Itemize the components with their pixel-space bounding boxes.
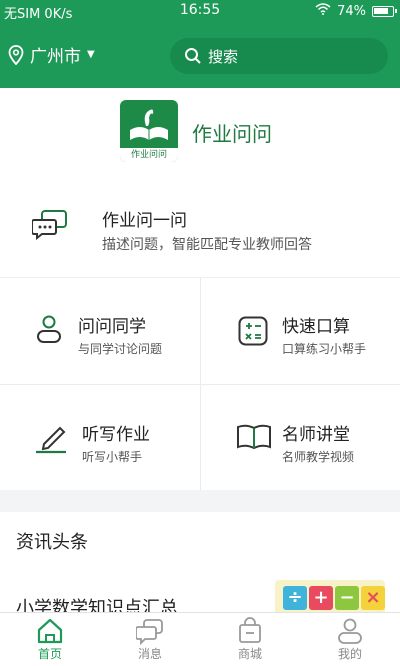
tab-shop[interactable]: 商城 (200, 613, 300, 666)
feature-master-lectures[interactable]: 名师讲堂 名师教学视频 (200, 384, 400, 490)
pen-icon (34, 420, 68, 458)
feature-quick-math[interactable]: 快速口算 口算练习小帮手 (200, 278, 400, 384)
search-icon (185, 48, 201, 64)
city-selector[interactable]: 广州市 ▼ (8, 42, 95, 67)
feature-title: 名师讲堂 (282, 425, 350, 445)
news-item-title[interactable]: 小学数学知识点汇总 (16, 594, 178, 612)
news-header: 资讯头条 (16, 532, 88, 553)
search-placeholder: 搜索 (208, 47, 239, 66)
message-icon (136, 619, 163, 645)
tab-label: 商城 (237, 647, 262, 661)
profile-icon (338, 618, 362, 644)
city-label: 广州市 (30, 47, 81, 67)
status-bar: 无SIM 0K/s 16:55 74% (0, 0, 400, 22)
app-brand: 作业问问 作业问问 (0, 88, 400, 170)
news-thumbnail[interactable]: ÷ + − × (275, 580, 385, 612)
shop-icon (239, 617, 261, 643)
feature-dictation[interactable]: 听写作业 听写小帮手 (0, 384, 200, 490)
search-box[interactable]: 搜索 (170, 38, 388, 74)
ask-question-card[interactable]: 作业问一问 描述问题，智能匹配专业教师回答 (0, 170, 400, 278)
tab-label: 首页 (37, 647, 62, 661)
times-tile-icon: × (361, 586, 385, 610)
book-icon (236, 424, 272, 454)
book-logo-icon (130, 109, 168, 140)
tab-label: 我的 (337, 647, 362, 661)
logo-caption: 作业问问 (120, 148, 178, 162)
tab-profile[interactable]: 我的 (300, 613, 400, 666)
feature-subtitle: 与同学讨论问题 (78, 342, 163, 356)
home-icon (37, 618, 63, 644)
tab-messages[interactable]: 消息 (100, 613, 200, 666)
status-icons: 74% (315, 3, 397, 19)
user-icon (36, 314, 62, 348)
tab-home[interactable]: 首页 (0, 613, 100, 666)
location-pin-icon (8, 44, 24, 65)
feature-title: 快速口算 (282, 317, 350, 337)
app-logo: 作业问问 (120, 100, 178, 162)
feature-subtitle: 口算练习小帮手 (282, 342, 367, 356)
feature-subtitle: 听写小帮手 (82, 450, 143, 464)
feature-title: 听写作业 (82, 425, 150, 445)
calculator-icon (238, 316, 268, 350)
news-section: 资讯头条 小学数学知识点汇总 ÷ + − × (0, 512, 400, 612)
tab-label: 消息 (137, 647, 162, 661)
grid-divider-horizontal (0, 384, 400, 385)
ask-title: 作业问一问 (102, 211, 187, 231)
minus-tile-icon: − (335, 586, 359, 610)
divide-tile-icon: ÷ (283, 586, 307, 610)
chevron-down-icon: ▼ (87, 49, 95, 60)
battery-icon (372, 5, 397, 17)
feature-ask-classmates[interactable]: 问问同学 与同学讨论问题 (0, 278, 200, 384)
feature-title: 问问同学 (78, 317, 146, 337)
brand-name: 作业问问 (192, 122, 272, 146)
ask-subtitle: 描述问题，智能匹配专业教师回答 (102, 237, 312, 253)
chat-bubbles-icon (31, 210, 68, 244)
top-header: 广州市 ▼ 搜索 (0, 22, 400, 88)
battery-percent: 74% (337, 3, 366, 19)
feature-subtitle: 名师教学视频 (282, 450, 355, 464)
bottom-tab-bar: 首页 消息 商城 我的 (0, 612, 400, 666)
feature-grid: 问问同学 与同学讨论问题 快速口算 口算练习小帮手 听写作业 听写小帮手 名师讲… (0, 278, 400, 490)
plus-tile-icon: + (309, 586, 333, 610)
wifi-icon (315, 3, 331, 19)
section-separator (0, 490, 400, 512)
